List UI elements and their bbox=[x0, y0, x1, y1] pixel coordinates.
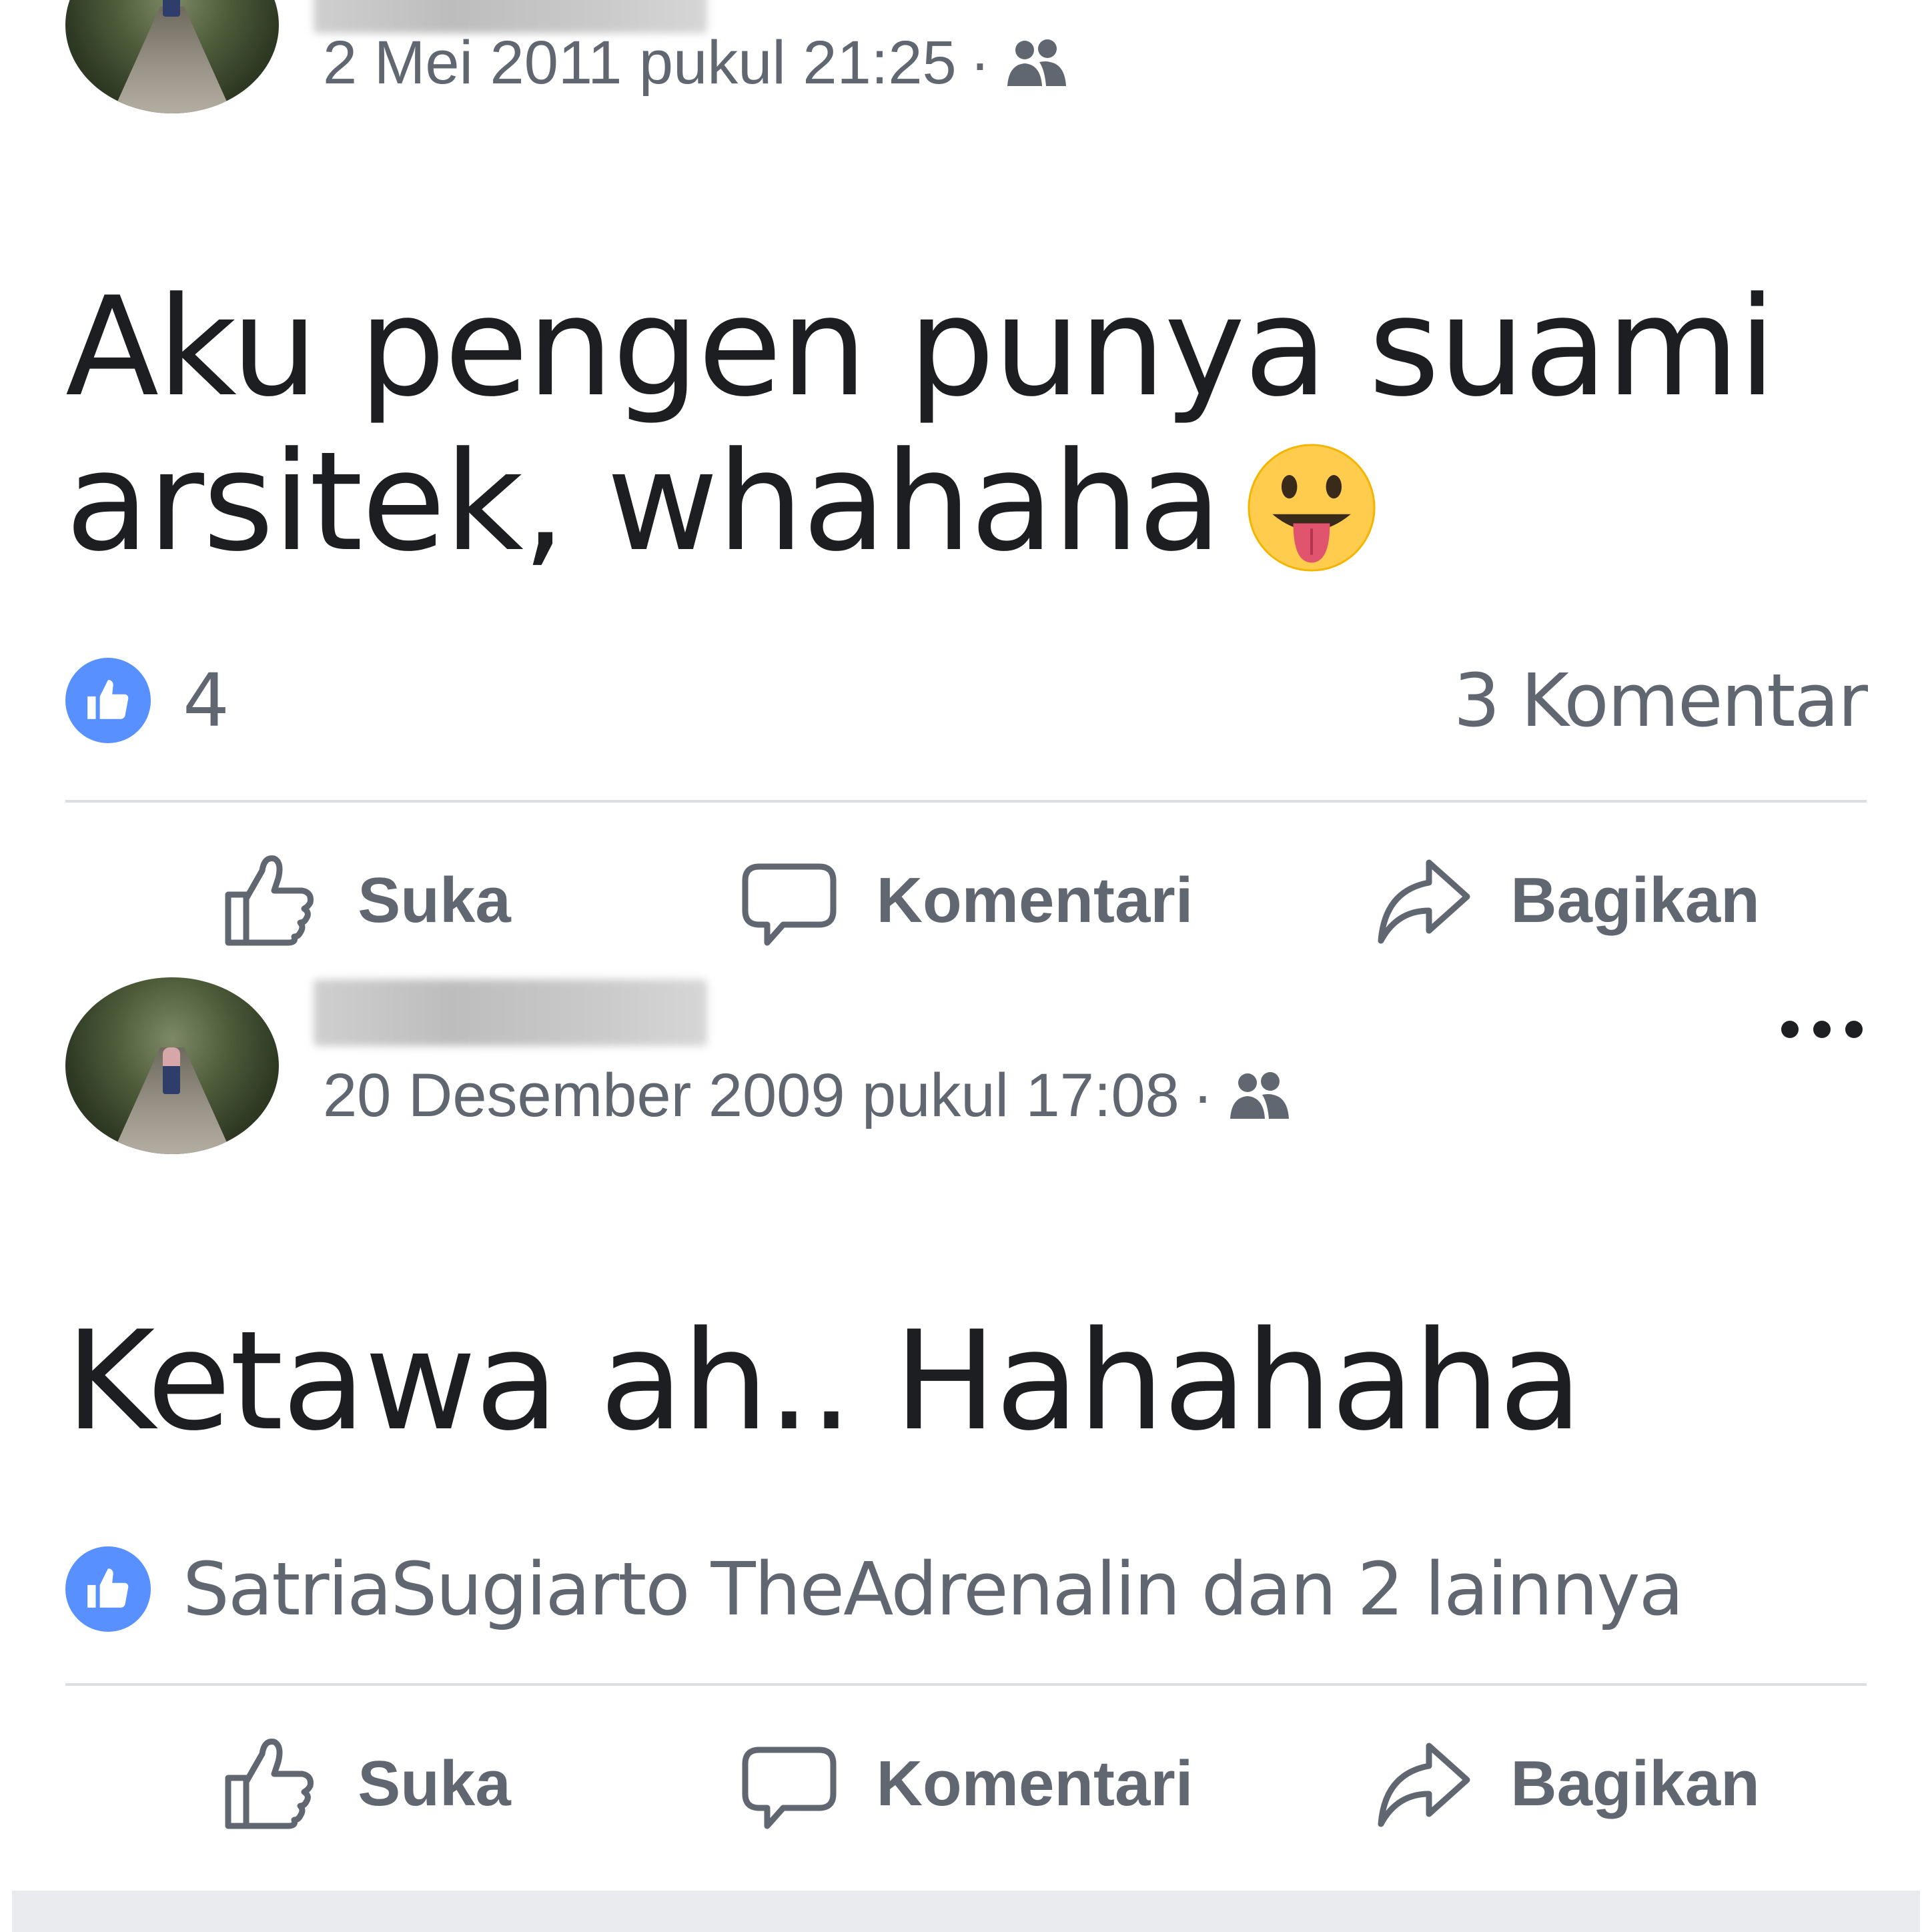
likers-text: SatriaSugiarto TheAdrenalin dan 2 lainny… bbox=[183, 1546, 1684, 1632]
like-button-label: Suka bbox=[358, 865, 511, 936]
share-button-label: Bagikan bbox=[1510, 1748, 1760, 1819]
tongue-out-emoji-icon bbox=[1246, 442, 1377, 604]
avatar-photo-figure bbox=[163, 0, 180, 17]
share-button[interactable]: Bagikan bbox=[1266, 1734, 1867, 1834]
friends-icon bbox=[1226, 1069, 1293, 1123]
share-button[interactable]: Bagikan bbox=[1266, 851, 1867, 951]
comment-button[interactable]: Komentari bbox=[666, 1734, 1266, 1834]
post-text-line-2: arsitek, whahaha bbox=[65, 425, 1867, 604]
like-badge-icon bbox=[65, 658, 151, 743]
like-button[interactable]: Suka bbox=[65, 1734, 666, 1834]
friends-icon bbox=[1003, 37, 1070, 90]
separator-dot: · bbox=[1192, 1061, 1214, 1129]
comment-button-label: Komentari bbox=[876, 1748, 1193, 1819]
more-dot bbox=[1813, 1021, 1831, 1038]
reactions-bar[interactable]: 4 3 Komentar bbox=[65, 657, 1868, 744]
post-actions: Suka Komentari Bagikan bbox=[65, 1717, 1867, 1851]
divider bbox=[65, 1683, 1867, 1686]
avatar[interactable] bbox=[65, 0, 279, 113]
like-badge-icon bbox=[65, 1546, 151, 1632]
comment-button-label: Komentari bbox=[876, 865, 1193, 936]
share-arrow-icon bbox=[1378, 1743, 1470, 1827]
reactions-bar[interactable]: SatriaSugiarto TheAdrenalin dan 2 lainny… bbox=[65, 1546, 1867, 1632]
thumbs-up-icon bbox=[225, 855, 314, 946]
thumbs-up-icon bbox=[225, 1739, 314, 1829]
comment-bubble-icon bbox=[742, 1747, 837, 1829]
more-dot bbox=[1781, 1021, 1799, 1038]
share-button-label: Bagikan bbox=[1510, 865, 1760, 936]
feed-separator bbox=[12, 1891, 1920, 1932]
more-dot bbox=[1845, 1021, 1863, 1038]
comment-bubble-icon bbox=[742, 863, 837, 946]
post-text-line-2-text: arsitek, whahaha bbox=[65, 423, 1222, 582]
comment-button[interactable]: Komentari bbox=[666, 851, 1266, 951]
avatar[interactable] bbox=[65, 977, 279, 1154]
avatar-photo-figure bbox=[163, 1047, 180, 1094]
divider bbox=[65, 800, 1867, 803]
like-count: 4 bbox=[183, 658, 229, 743]
like-button-label: Suka bbox=[358, 1748, 511, 1819]
post-timestamp[interactable]: 2 Mei 2011 pukul 21:25 · bbox=[323, 28, 1070, 98]
comment-count-link[interactable]: 3 Komentar bbox=[1454, 658, 1868, 743]
avatar-photo-path bbox=[112, 7, 232, 113]
more-options-icon[interactable] bbox=[1781, 1021, 1863, 1038]
post-actions: Suka Komentari Bagikan bbox=[65, 834, 1867, 967]
separator-dot: · bbox=[969, 29, 991, 97]
author-name-redacted[interactable] bbox=[314, 979, 707, 1046]
timestamp-text: 2 Mei 2011 pukul 21:25 bbox=[323, 29, 957, 97]
post-card: 2 Mei 2011 pukul 21:25 · Aku pengen puny… bbox=[0, 0, 1932, 961]
like-button[interactable]: Suka bbox=[65, 851, 666, 951]
timestamp-text: 20 Desember 2009 pukul 17:08 bbox=[323, 1061, 1179, 1129]
post-card: 20 Desember 2009 pukul 17:08 · Ketawa ah… bbox=[0, 961, 1932, 1895]
post-body-text: Ketawa ah.. Hahahaha bbox=[65, 1302, 1582, 1461]
post-body-text: Aku pengen punya suami arsitek, whahaha bbox=[65, 270, 1867, 604]
post-timestamp[interactable]: 20 Desember 2009 pukul 17:08 · bbox=[323, 1061, 1293, 1131]
post-text-line-1: Aku pengen punya suami bbox=[65, 268, 1776, 427]
share-arrow-icon bbox=[1378, 859, 1470, 944]
